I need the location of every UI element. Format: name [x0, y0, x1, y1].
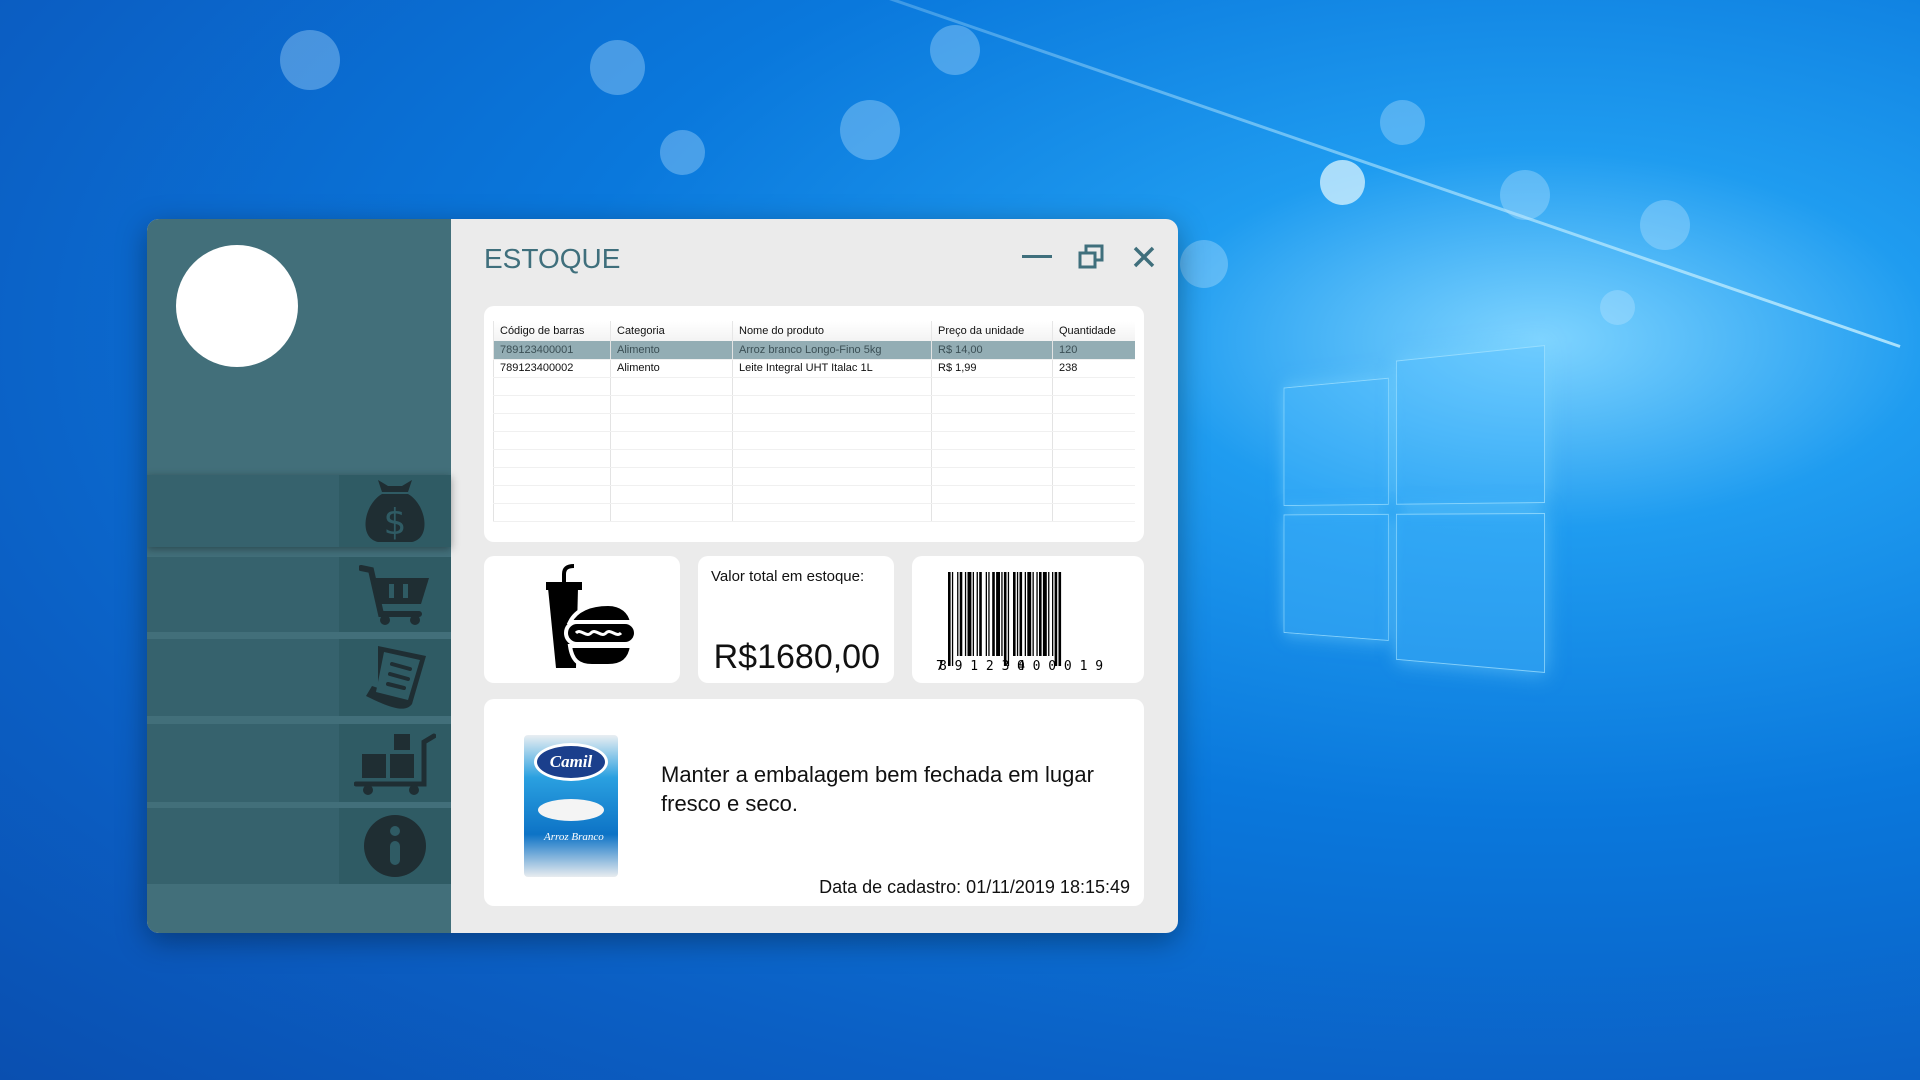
- barcode-bar: [959, 572, 963, 656]
- table-row[interactable]: 789123400002 Alimento Leite Integral UHT I…: [493, 359, 1135, 378]
- inventory-window: $ ESTOQUE Código de barras Categoria Nom…: [147, 219, 1178, 933]
- sidebar-item-sales[interactable]: [147, 557, 451, 632]
- product-details-panel: Camil Arroz Branco Manter a embalagem be…: [484, 699, 1144, 906]
- barcode-bar: [1048, 572, 1050, 656]
- cell-category: Alimento: [610, 359, 733, 378]
- barcode-bar: [1013, 572, 1016, 656]
- barcode-bar: [979, 572, 982, 656]
- product-note: Manter a embalagem bem fechada em lugar …: [661, 762, 1094, 816]
- cell-product: Leite Integral UHT Italac 1L: [732, 359, 932, 378]
- page-title: ESTOQUE: [484, 243, 621, 274]
- windows-logo: [1283, 345, 1545, 700]
- restore-button[interactable]: [1073, 239, 1109, 275]
- barcode-bar: [948, 572, 951, 666]
- close-icon: [1133, 246, 1155, 268]
- sidebar: $: [147, 219, 451, 933]
- total-value-label: Valor total em estoque:: [711, 568, 865, 585]
- close-button[interactable]: [1126, 239, 1162, 275]
- barcode-bar: [976, 572, 978, 656]
- barcode-digits: 0 0 0 0 1 9: [1017, 659, 1103, 672]
- sidebar-item-reports[interactable]: [147, 639, 451, 716]
- table-row[interactable]: 789123400001 Alimento Arroz branco Longo-F…: [493, 341, 1135, 360]
- stock-table-panel: Código de barras Categoria Nome do produ…: [484, 306, 1144, 542]
- info-icon: [364, 815, 426, 877]
- column-header[interactable]: Categoria: [610, 321, 733, 341]
- barcode-bar: [957, 572, 959, 656]
- category-card: [484, 556, 680, 683]
- receipt-list-icon: [366, 645, 426, 709]
- cell-category: Alimento: [610, 341, 733, 360]
- barcode-bar: [1001, 572, 1003, 656]
- barcode-card: 78 9 1 2 3 40 0 0 0 1 9: [912, 556, 1144, 683]
- cell-barcode: 789123400001: [493, 341, 611, 360]
- barcode-bar: [951, 572, 954, 666]
- product-image-text: Arroz Branco: [544, 831, 604, 843]
- barcode-bar: [1024, 572, 1026, 656]
- money-bag-icon: $: [365, 480, 425, 543]
- barcode-bar: [967, 572, 972, 656]
- column-header[interactable]: Preço da unidade: [931, 321, 1053, 341]
- barcode-bar: [985, 572, 987, 656]
- barcode-image: 78 9 1 2 3 40 0 0 0 1 9: [936, 572, 1103, 672]
- barcode-bar: [1032, 572, 1034, 656]
- cell-price: R$ 14,00: [931, 341, 1053, 360]
- barcode-bar: [964, 572, 967, 656]
- barcode-bar: [1019, 572, 1023, 656]
- restore-icon: [1078, 244, 1104, 269]
- avatar[interactable]: [176, 245, 298, 367]
- boxes-cart-icon: [354, 733, 436, 795]
- barcode-bar: [972, 572, 974, 656]
- stock-table: Código de barras Categoria Nome do produ…: [493, 321, 1135, 522]
- cell-product: Arroz branco Longo-Fino 5kg: [732, 341, 932, 360]
- barcode-bar: [1054, 572, 1058, 666]
- sidebar-item-finance[interactable]: $: [147, 475, 451, 547]
- barcode-bar: [996, 572, 1000, 656]
- sidebar-item-stock[interactable]: [147, 724, 451, 802]
- minimize-icon: [1022, 255, 1052, 258]
- cell-quantity: 120: [1052, 341, 1135, 360]
- column-header[interactable]: Nome do produto: [732, 321, 932, 341]
- barcode-bar: [1027, 572, 1032, 656]
- product-image: Camil Arroz Branco: [524, 735, 618, 877]
- product-brand-logo: Camil: [534, 743, 608, 781]
- barcode-bar: [1039, 572, 1042, 656]
- barcode-digits: 8 9 1 2 3 4: [939, 659, 1025, 672]
- svg-text:$: $: [384, 502, 407, 543]
- barcode-bar: [1052, 572, 1054, 656]
- food-drink-icon: [546, 564, 636, 668]
- barcode-bar: [1042, 572, 1047, 656]
- total-value-card: Valor total em estoque: R$1680,00: [698, 556, 894, 683]
- barcode-bar: [992, 572, 995, 656]
- column-header[interactable]: Código de barras: [493, 321, 611, 341]
- registration-date: Data de cadastro: 01/11/2019 18:15:49: [819, 877, 1130, 897]
- shopping-cart-icon: [359, 564, 429, 625]
- barcode-bar: [1016, 572, 1019, 656]
- barcode-bar: [1036, 572, 1038, 656]
- barcode-bar: [1007, 572, 1010, 666]
- barcode-bar: [988, 572, 990, 656]
- minimize-button[interactable]: [1019, 239, 1055, 275]
- barcode-bar: [1058, 572, 1062, 666]
- cell-quantity: 238: [1052, 359, 1135, 378]
- column-header[interactable]: Quantidade: [1052, 321, 1135, 341]
- cell-price: R$ 1,99: [931, 359, 1053, 378]
- barcode-bar: [1003, 572, 1007, 666]
- sidebar-item-about[interactable]: [147, 808, 451, 884]
- total-value: R$1680,00: [713, 638, 880, 676]
- cell-barcode: 789123400002: [493, 359, 611, 378]
